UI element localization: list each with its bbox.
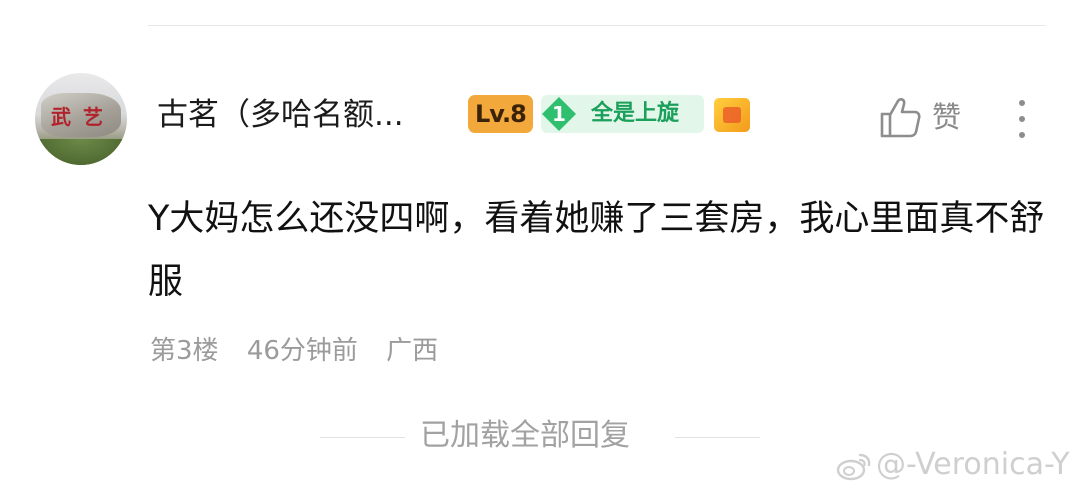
avatar[interactable]: 武 艺 bbox=[35, 73, 127, 165]
fan-badge[interactable]: 1 全是上旋 bbox=[541, 95, 704, 133]
loaded-all-replies: 已加载全部回复 bbox=[420, 418, 630, 453]
location: 广西 bbox=[386, 336, 439, 366]
watermark-text: @-Veronica-Y bbox=[876, 447, 1070, 482]
username[interactable]: 古茗（多哈名额... bbox=[157, 95, 404, 135]
level-badge: Lv.8 bbox=[468, 95, 533, 133]
thumbs-up-icon bbox=[880, 98, 921, 138]
more-vertical-icon[interactable] bbox=[1014, 98, 1030, 140]
like-label: 赞 bbox=[932, 100, 962, 134]
weibo-icon bbox=[836, 453, 871, 481]
footer-divider-left bbox=[320, 437, 405, 438]
comment-text: Y大妈怎么还没四啊，看着她赚了三套房，我心里面真不舒服 bbox=[148, 199, 1045, 302]
medal-icon[interactable] bbox=[714, 98, 750, 132]
fan-badge-label: 全是上旋 bbox=[591, 101, 680, 126]
timestamp: 46分钟前 bbox=[246, 336, 358, 366]
floor-number: 第3楼 bbox=[150, 336, 219, 366]
more-dot bbox=[1019, 116, 1025, 122]
avatar-glyph: 艺 bbox=[83, 105, 103, 129]
footer-divider-right bbox=[675, 437, 760, 438]
avatar-glyph: 武 bbox=[51, 105, 71, 129]
fan-badge-level: 1 bbox=[552, 102, 566, 126]
avatar-grass bbox=[35, 139, 127, 165]
top-divider bbox=[148, 25, 1046, 26]
more-dot bbox=[1019, 132, 1025, 138]
comment-meta: 第3楼 46分钟前 广西 bbox=[150, 333, 458, 369]
more-dot bbox=[1019, 100, 1025, 106]
